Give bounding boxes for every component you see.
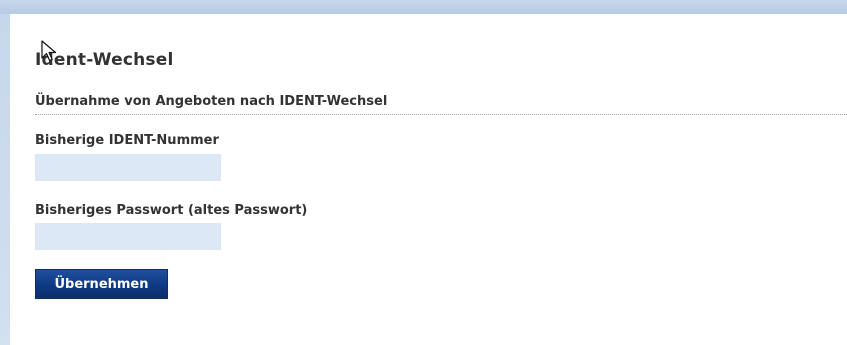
old-ident-input[interactable] bbox=[35, 154, 221, 181]
old-password-label: Bisheriges Passwort (altes Passwort) bbox=[35, 203, 308, 218]
submit-button[interactable]: Übernehmen bbox=[35, 269, 168, 299]
left-page-border bbox=[0, 14, 10, 345]
old-password-input[interactable] bbox=[35, 223, 221, 250]
old-ident-label: Bisherige IDENT-Nummer bbox=[35, 133, 219, 148]
top-page-border bbox=[0, 0, 847, 14]
section-divider bbox=[35, 114, 847, 115]
section-title: Übernahme von Angeboten nach IDENT-Wechs… bbox=[35, 94, 388, 109]
ident-change-form-page: Ident-Wechsel Übernahme von Angeboten na… bbox=[10, 14, 847, 345]
pointer-cursor-icon bbox=[41, 40, 57, 62]
